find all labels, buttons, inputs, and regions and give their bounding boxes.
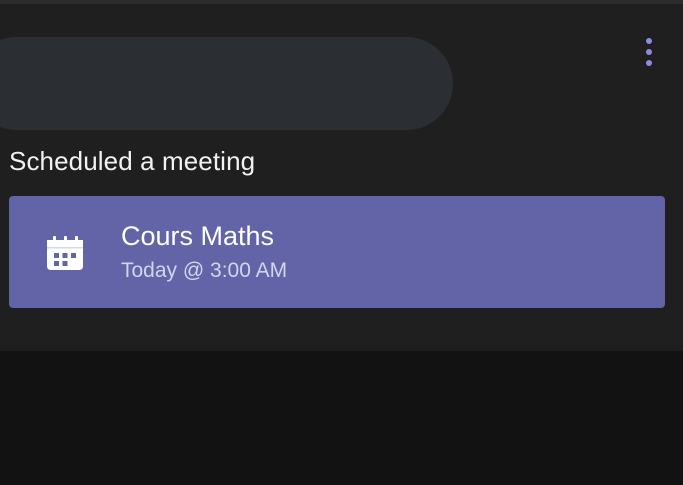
redacted-sender-name xyxy=(0,37,453,130)
meeting-time: Today @ 3:00 AM xyxy=(121,259,288,282)
more-options-button[interactable] xyxy=(633,34,665,74)
meeting-tile[interactable]: Cours Maths Today @ 3:00 AM xyxy=(9,196,665,308)
activity-card: Scheduled a meeting Cours Maths Today @ … xyxy=(0,4,683,351)
empty-background xyxy=(0,351,683,485)
activity-text: Scheduled a meeting xyxy=(9,146,256,176)
calendar-icon xyxy=(43,231,87,275)
meeting-title: Cours Maths xyxy=(121,221,275,251)
